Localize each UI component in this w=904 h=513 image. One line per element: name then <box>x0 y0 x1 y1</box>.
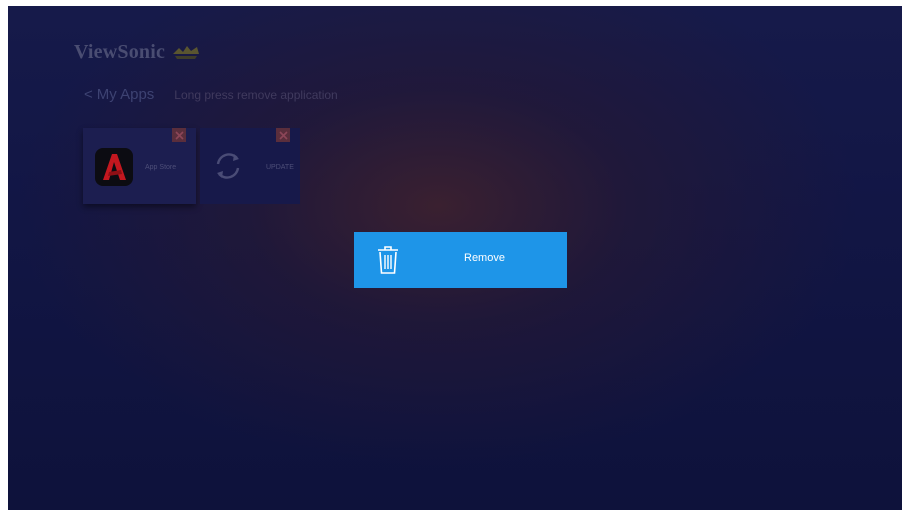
remove-button[interactable]: Remove <box>354 232 567 288</box>
back-button[interactable]: < My Apps <box>84 86 154 103</box>
app-store-icon <box>95 148 133 186</box>
brand-logo: ViewSonic <box>74 38 201 66</box>
app-label: App Store <box>145 164 177 171</box>
projector-screen: ViewSonic < My Apps Long press remove ap… <box>8 6 902 510</box>
page-title: My Apps <box>96 86 155 103</box>
hint-text: Long press remove application <box>174 87 338 102</box>
app-tile-app-store[interactable]: App Store <box>83 128 196 204</box>
app-tile-update[interactable]: UPDATE <box>200 128 300 204</box>
remove-badge-icon[interactable] <box>172 128 186 142</box>
app-store-glyph-icon <box>103 154 126 180</box>
remove-label: Remove <box>464 252 505 264</box>
birds-logo-icon <box>173 46 200 59</box>
back-chevron-icon: < <box>84 86 93 103</box>
remove-badge-icon[interactable] <box>276 128 290 142</box>
brand-name: ViewSonic <box>74 40 166 63</box>
app-label: UPDATE <box>266 164 294 171</box>
trash-icon <box>378 246 398 274</box>
sync-icon <box>216 153 240 179</box>
page-header: < My Apps Long press remove application <box>84 86 338 103</box>
